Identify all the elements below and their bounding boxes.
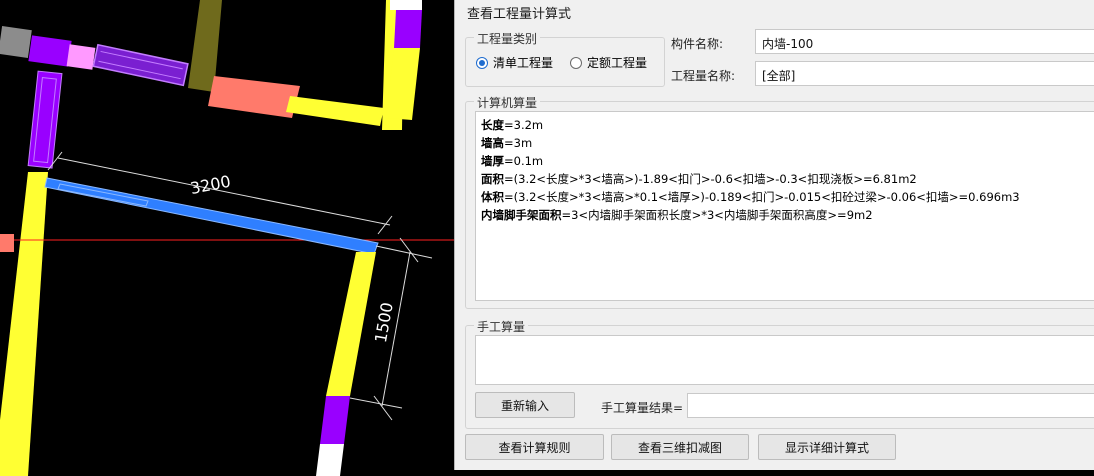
wall-segment (28, 35, 72, 67)
show-detail-button[interactable]: 显示详细计算式 (758, 434, 896, 460)
wall-magenta (394, 10, 422, 48)
calc-line-volume: 体积=(3.2<长度>*3<墙高>*0.1<墙厚>)-0.189<扣门>-0.0… (481, 190, 1020, 204)
computer-calc-textarea[interactable]: 长度=3.2m 墙高=3m 墙厚=0.1m 面积=(3.2<长度>*3<墙高>)… (475, 111, 1094, 301)
wall-segment (66, 44, 96, 70)
radio-quota-quantity[interactable]: 定额工程量 (570, 54, 647, 71)
view-rules-button[interactable]: 查看计算规则 (465, 434, 604, 460)
quantity-formula-dialog: 查看工程量计算式 工程量类别 清单工程量 定额工程量 构件名称: 内墙-100 … (454, 0, 1094, 470)
radio-unchecked-icon (570, 56, 582, 69)
radio-bill-quantity[interactable]: 清单工程量 (476, 54, 553, 71)
manual-result-field[interactable] (687, 393, 1094, 418)
qty-type-group-label: 工程量类别 (474, 30, 541, 47)
computer-calc-label: 计算机算量 (474, 94, 541, 111)
radio-bill-quantity-label: 清单工程量 (493, 56, 554, 70)
qty-name-label: 工程量名称: (671, 69, 736, 83)
manual-result-label: 手工算量结果= (601, 401, 684, 415)
wall-salmon-edge (0, 234, 14, 252)
view-3d-button[interactable]: 查看三维扣减图 (611, 434, 749, 460)
calc-line-length: 长度=3.2m (481, 118, 544, 132)
calc-line-thickness: 墙厚=0.1m (481, 154, 544, 168)
component-name-field[interactable]: 内墙-100 (755, 29, 1094, 54)
radio-quota-quantity-label: 定额工程量 (587, 56, 648, 70)
radio-checked-icon (476, 56, 488, 69)
qty-type-group: 工程量类别 清单工程量 定额工程量 (465, 30, 665, 87)
wall-white (316, 444, 344, 476)
reinput-button[interactable]: 重新输入 (475, 392, 575, 418)
manual-calc-label: 手工算量 (474, 318, 529, 335)
wall-yellow (390, 0, 422, 10)
wall-segment (0, 26, 32, 58)
calc-line-scaffold-area: 内墙脚手架面积=3<内墙脚手架面积长度>*3<内墙脚手架面积高度>=9m2 (481, 208, 873, 222)
manual-calc-textarea[interactable] (475, 335, 1094, 385)
dialog-title: 查看工程量计算式 (467, 7, 572, 22)
qty-name-field[interactable]: [全部] (755, 61, 1094, 86)
calc-line-area: 面积=(3.2<长度>*3<墙高>)-1.89<扣门>-0.6<扣墙>-0.3<… (481, 172, 917, 186)
calc-line-height: 墙高=3m (481, 136, 533, 150)
component-name-label: 构件名称: (671, 37, 724, 51)
